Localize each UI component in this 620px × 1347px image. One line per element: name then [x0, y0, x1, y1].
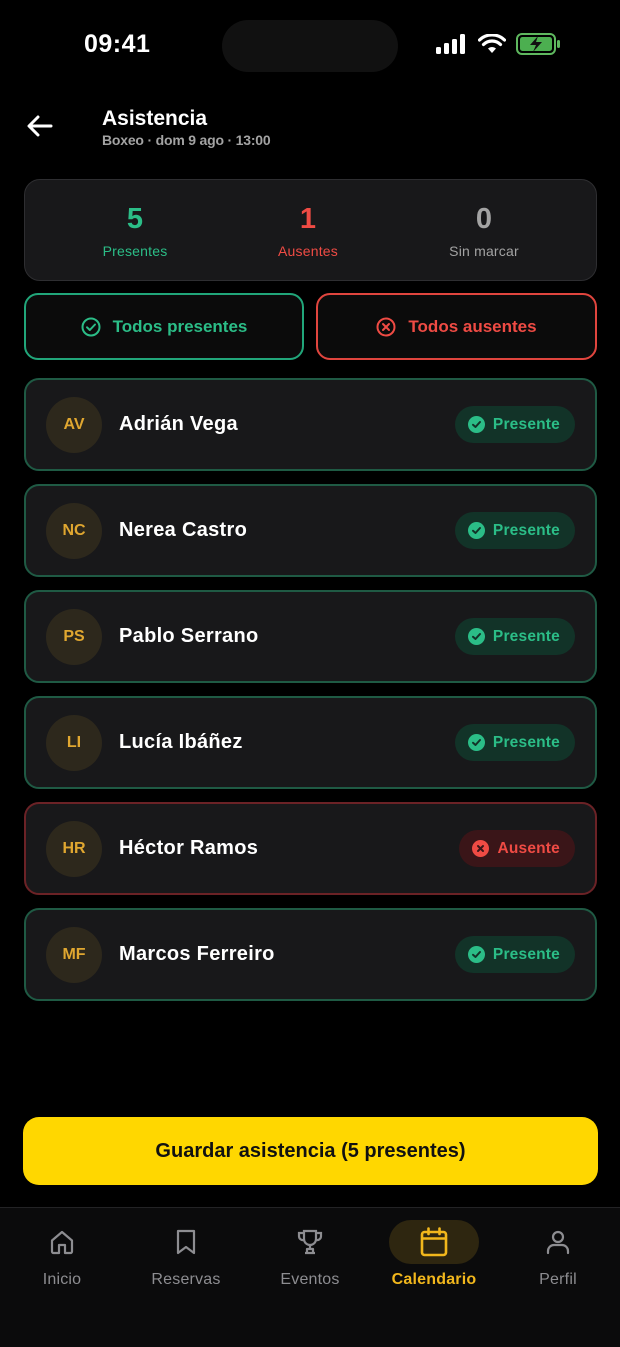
- tab-label: Perfil: [539, 1271, 577, 1288]
- present-stat: 5 Presentes: [40, 180, 230, 280]
- status-icons: [436, 33, 562, 60]
- avatar: MF: [46, 927, 102, 983]
- check-icon: [467, 416, 485, 433]
- wifi-icon: [477, 33, 507, 59]
- status-label: Presente: [492, 415, 560, 433]
- attendee-row[interactable]: NC Nerea Castro Presente: [24, 484, 597, 577]
- check-icon: [467, 946, 485, 963]
- attendee-name: Marcos Ferreiro: [119, 943, 275, 965]
- attendee-name: Adrián Vega: [119, 413, 238, 435]
- tab-inicio[interactable]: Inicio: [2, 1218, 122, 1298]
- avatar: PS: [46, 609, 102, 665]
- mark-all-absent-button[interactable]: Todos ausentes: [316, 293, 597, 360]
- present-label: Presentes: [102, 243, 168, 259]
- status-label: Presente: [492, 733, 560, 751]
- tab-perfil[interactable]: Perfil: [498, 1218, 618, 1298]
- signal-icon: [436, 34, 468, 59]
- status-label: Presente: [492, 945, 560, 963]
- status-badge[interactable]: Presente: [454, 724, 575, 761]
- status-time: 09:41: [84, 30, 151, 58]
- attendee-name: Nerea Castro: [119, 519, 248, 541]
- calendar-icon: [389, 1220, 479, 1264]
- tab-calendario[interactable]: Calendario: [374, 1218, 494, 1298]
- attendee-list: AV Adrián Vega Presente NC Nerea Castro …: [24, 378, 597, 1014]
- check-icon: [467, 522, 485, 539]
- status-label: Presente: [492, 521, 560, 539]
- attendee-name: Pablo Serrano: [119, 625, 259, 647]
- tab-bar: Inicio Reservas Eventos Calendario Perfi…: [0, 1207, 620, 1347]
- trophy-icon: [250, 1220, 370, 1264]
- back-button[interactable]: [24, 110, 56, 142]
- tab-label: Calendario: [391, 1271, 477, 1288]
- tab-reservas[interactable]: Reservas: [126, 1218, 246, 1298]
- page-title: Asistencia: [102, 107, 208, 130]
- home-icon: [2, 1220, 122, 1264]
- dynamic-island: [222, 20, 398, 72]
- present-count: 5: [126, 203, 144, 235]
- status-badge[interactable]: Presente: [454, 512, 575, 549]
- mark-all-present-button[interactable]: Todos presentes: [24, 293, 304, 360]
- page-subtitle: Boxeo · dom 9 ago · 13:00: [102, 132, 271, 148]
- check-icon: [467, 628, 485, 645]
- attendee-row[interactable]: LI Lucía Ibáñez Presente: [24, 696, 597, 789]
- status-badge[interactable]: Presente: [454, 936, 575, 973]
- status-label: Ausente: [497, 839, 560, 857]
- status-badge[interactable]: Ausente: [459, 830, 575, 867]
- avatar: LI: [46, 715, 102, 771]
- avatar: HR: [46, 821, 102, 877]
- attendee-name: Lucía Ibáñez: [119, 731, 243, 753]
- avatar: NC: [46, 503, 102, 559]
- x-circle-icon: [376, 317, 396, 336]
- header: Asistencia Boxeo · dom 9 ago · 13:00: [0, 100, 620, 160]
- attendance-summary-card: 5 Presentes 1 Ausentes 0 Sin marcar: [24, 179, 597, 281]
- x-icon: [472, 840, 490, 857]
- check-circle-icon: [81, 317, 101, 336]
- tab-label: Inicio: [42, 1271, 82, 1288]
- status-label: Presente: [492, 627, 560, 645]
- absent-count: 1: [299, 203, 317, 235]
- absent-stat: 1 Ausentes: [213, 180, 403, 280]
- tab-label: Reservas: [151, 1271, 221, 1288]
- status-badge[interactable]: Presente: [454, 618, 575, 655]
- unmarked-count: 0: [475, 203, 493, 235]
- tab-label: Eventos: [280, 1271, 340, 1288]
- attendee-row[interactable]: PS Pablo Serrano Presente: [24, 590, 597, 683]
- bookmark-icon: [126, 1220, 246, 1264]
- check-icon: [467, 734, 485, 751]
- attendee-row[interactable]: MF Marcos Ferreiro Presente: [24, 908, 597, 1001]
- attendee-row[interactable]: HR Héctor Ramos Ausente: [24, 802, 597, 895]
- arrow-left-icon: [27, 115, 53, 137]
- save-attendance-button[interactable]: Guardar asistencia (5 presentes): [23, 1117, 598, 1185]
- status-bar: 09:41: [0, 0, 620, 92]
- absent-label: Ausentes: [278, 243, 338, 259]
- battery-icon: [516, 33, 562, 60]
- mark-all-present-label: Todos presentes: [112, 316, 248, 336]
- user-icon: [498, 1220, 618, 1264]
- unmarked-label: Sin marcar: [449, 243, 519, 259]
- status-badge[interactable]: Presente: [454, 406, 575, 443]
- avatar: AV: [46, 397, 102, 453]
- mark-all-absent-label: Todos ausentes: [408, 316, 537, 336]
- tab-eventos[interactable]: Eventos: [250, 1218, 370, 1298]
- attendee-name: Héctor Ramos: [119, 837, 259, 859]
- attendee-row[interactable]: AV Adrián Vega Presente: [24, 378, 597, 471]
- unmarked-stat: 0 Sin marcar: [389, 180, 579, 280]
